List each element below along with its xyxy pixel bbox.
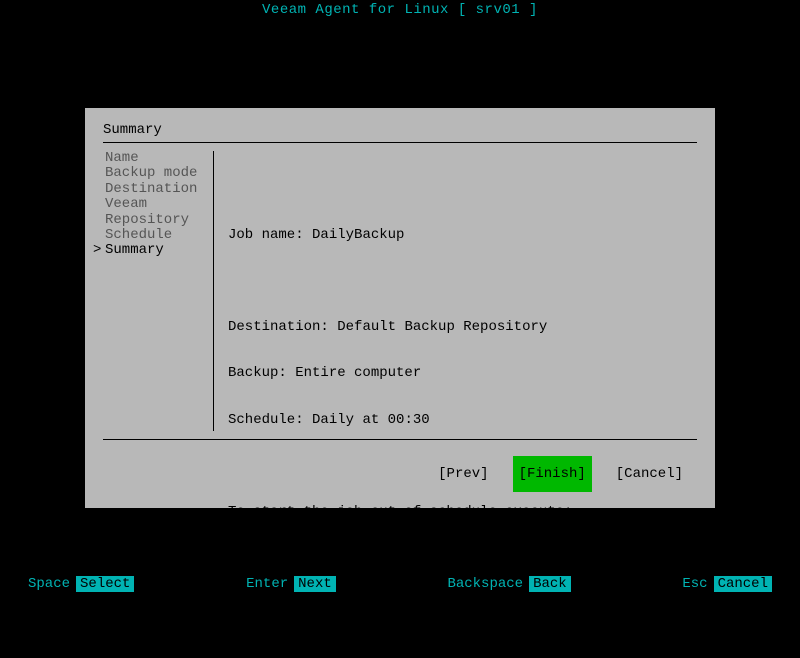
checkbox-label: Start job now xyxy=(286,610,395,626)
divider-bottom xyxy=(103,439,697,440)
key-action: Next xyxy=(294,576,336,592)
key-action: Back xyxy=(529,576,571,592)
vertical-divider xyxy=(213,151,214,431)
hint-line-2: veeamconfig job start --name "DailyBacku… xyxy=(228,551,697,566)
destination-label: Destination: xyxy=(228,319,329,335)
destination-value: Default Backup Repository xyxy=(337,319,547,335)
summary-panel: Job name: DailyBackup Destination: Defau… xyxy=(228,151,697,435)
key-esc: Esc Cancel xyxy=(682,576,772,592)
nav-item-destination[interactable]: Destination xyxy=(105,182,207,197)
key-action: Cancel xyxy=(714,576,772,592)
wizard-nav: Name Backup mode Destination Veeam Repos… xyxy=(103,151,213,435)
key-space: Space Select xyxy=(28,576,134,592)
wizard-dialog: Summary Name Backup mode Destination Vee… xyxy=(85,108,715,508)
schedule-value: Daily at 00:30 xyxy=(312,412,430,428)
nav-item-summary[interactable]: Summary xyxy=(105,243,207,258)
backup-value: Entire computer xyxy=(295,365,421,381)
key-label: Enter xyxy=(246,576,288,592)
divider xyxy=(103,142,697,143)
key-label: Esc xyxy=(682,576,707,592)
backup-label: Backup: xyxy=(228,365,287,381)
nav-item-veeam[interactable]: Veeam xyxy=(105,197,207,212)
key-action: Select xyxy=(76,576,134,592)
keybind-footer: Space Select Enter Next Backspace Back E… xyxy=(0,576,800,592)
dialog-body: Name Backup mode Destination Veeam Repos… xyxy=(103,151,697,435)
job-name-label: Job name: xyxy=(228,227,304,243)
start-now-checkbox[interactable]: [X] Start job now xyxy=(252,611,697,626)
finish-button[interactable]: [Finish] xyxy=(513,456,592,492)
nav-item-backup-mode[interactable]: Backup mode xyxy=(105,166,207,181)
schedule-label: Schedule: xyxy=(228,412,304,428)
app-title: Veeam Agent for Linux [ srv01 ] xyxy=(0,2,800,18)
dialog-title: Summary xyxy=(103,122,697,142)
dialog-buttons: [Prev] [Finish] [Cancel] xyxy=(103,448,697,496)
key-enter: Enter Next xyxy=(246,576,336,592)
prev-button[interactable]: [Prev] xyxy=(432,456,494,492)
hint-line-1: To start the job out of schedule execute… xyxy=(228,505,697,520)
nav-item-repository[interactable]: Repository xyxy=(105,213,207,228)
nav-item-name[interactable]: Name xyxy=(105,151,207,166)
cancel-button[interactable]: [Cancel] xyxy=(610,456,689,492)
key-label: Space xyxy=(28,576,70,592)
nav-item-schedule[interactable]: Schedule xyxy=(105,228,207,243)
job-name-value: DailyBackup xyxy=(312,227,404,243)
checkbox-mark: [X] xyxy=(252,610,277,626)
key-backspace: Backspace Back xyxy=(447,576,570,592)
key-label: Backspace xyxy=(447,576,523,592)
